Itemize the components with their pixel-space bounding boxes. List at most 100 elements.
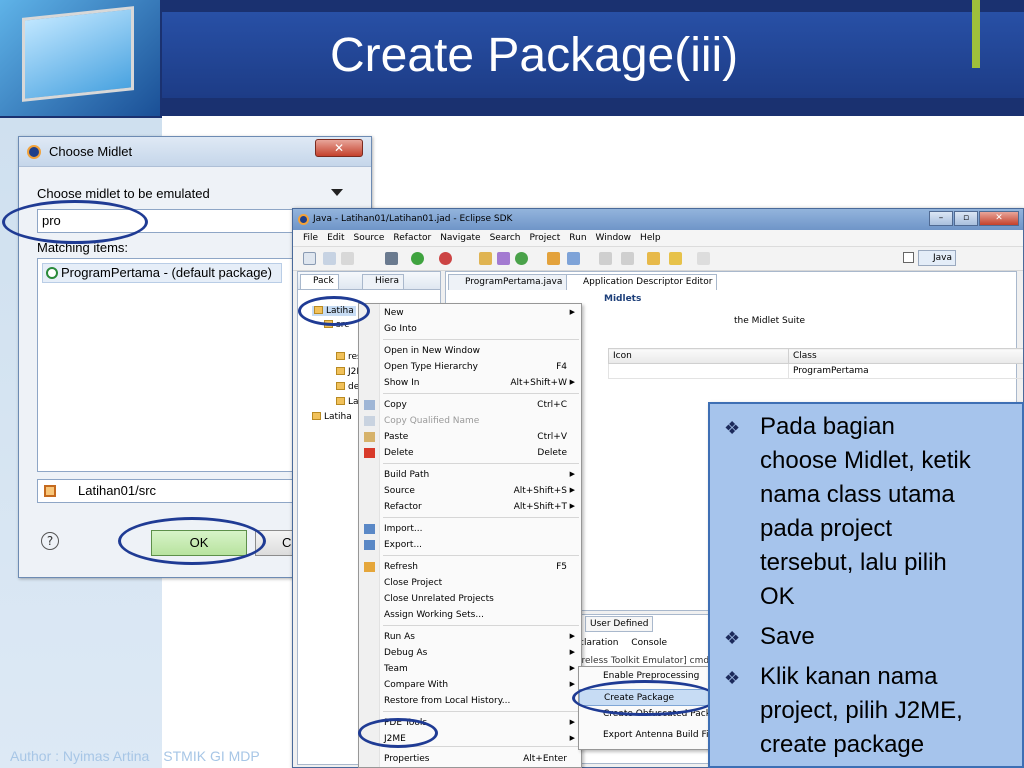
forward-icon[interactable] <box>697 252 710 265</box>
menu-item-label: Open Type Hierarchy <box>384 362 478 372</box>
match-item[interactable]: ProgramPertama - (default package) <box>42 263 282 283</box>
chevron-down-icon[interactable] <box>331 189 343 196</box>
menu-item-build-path[interactable]: Build Path ▶ <box>359 467 581 483</box>
submenu-item-enable-preprocessing[interactable]: Enable Preprocessing <box>579 668 709 685</box>
close-button[interactable]: ✕ <box>979 211 1019 226</box>
search-icon[interactable] <box>567 252 580 265</box>
menu-item-open-type-hierarchy[interactable]: Open Type Hierarchy F4 <box>359 359 581 375</box>
menu-item-pde-tools[interactable]: PDE Tools ▶ <box>359 715 581 731</box>
library-icon <box>336 367 345 375</box>
menu-search[interactable]: Search <box>490 230 521 246</box>
tab-hierarchy[interactable]: Hiera <box>362 274 405 289</box>
print-icon[interactable] <box>341 252 354 265</box>
help-icon[interactable]: ? <box>41 532 59 550</box>
callout-text: Klik kanan nama <box>760 663 938 690</box>
tab-programpertama-java[interactable]: ProgramPertama.java <box>448 274 568 290</box>
debug-icon[interactable] <box>385 252 398 265</box>
menu-item-label: Source <box>384 486 415 496</box>
tree-item-jad[interactable]: La <box>336 397 359 407</box>
new-class-icon[interactable] <box>497 252 510 265</box>
menu-project[interactable]: Project <box>529 230 560 246</box>
column-header-class[interactable]: Class <box>788 348 1023 364</box>
tab-user-defined[interactable]: User Defined <box>585 616 654 632</box>
back-icon[interactable] <box>669 252 682 265</box>
menu-item-compare-with[interactable]: Compare With ▶ <box>359 677 581 693</box>
submenu-arrow-icon: ▶ <box>569 378 575 386</box>
maximize-button[interactable]: ▫ <box>954 211 978 226</box>
menu-refactor[interactable]: Refactor <box>393 230 431 246</box>
import-icon <box>364 524 375 534</box>
dialog-close-button[interactable]: ✕ <box>315 139 363 157</box>
menu-item-close-project[interactable]: Close Project <box>359 575 581 591</box>
tab-application-descriptor[interactable]: Application Descriptor Editor <box>566 274 718 290</box>
menu-navigate[interactable]: Navigate <box>440 230 480 246</box>
submenu-item-create-obfuscated-package[interactable]: Create Obfuscated Package <box>579 706 709 723</box>
external-tools-icon[interactable] <box>439 252 452 265</box>
tree-item-deployed[interactable]: de <box>336 382 359 392</box>
tab-declaration[interactable]: claration <box>579 638 618 648</box>
new-icon[interactable] <box>303 252 316 265</box>
menu-separator <box>383 393 579 394</box>
menu-item-j2me[interactable]: J2ME ▶ <box>359 731 581 747</box>
table-row[interactable]: ProgramPertama <box>608 363 1023 379</box>
column-header-icon[interactable]: Icon <box>608 348 789 364</box>
menu-item-go-into[interactable]: Go Into <box>359 321 581 337</box>
menu-item-paste[interactable]: Paste Ctrl+V <box>359 429 581 445</box>
open-type-icon[interactable] <box>547 252 560 265</box>
menu-item-label: Assign Working Sets... <box>384 610 484 620</box>
run-icon[interactable] <box>411 252 424 265</box>
menu-item-debug-as[interactable]: Debug As ▶ <box>359 645 581 661</box>
menu-item-open-in-new-window[interactable]: Open in New Window <box>359 343 581 359</box>
menu-item-export[interactable]: Export... <box>359 537 581 553</box>
menu-window[interactable]: Window <box>596 230 632 246</box>
menu-item-source[interactable]: Source Alt+Shift+S ▶ <box>359 483 581 499</box>
open-perspective-icon[interactable] <box>903 252 914 263</box>
menu-help[interactable]: Help <box>640 230 661 246</box>
menu-run[interactable]: Run <box>569 230 586 246</box>
menu-item-delete[interactable]: Delete Delete <box>359 445 581 461</box>
tree-item-project-2[interactable]: Latiha <box>312 412 352 422</box>
menu-item-import[interactable]: Import... <box>359 521 581 537</box>
next-annotation-icon[interactable] <box>599 252 612 265</box>
new-midlet-icon[interactable] <box>515 252 528 265</box>
menu-separator <box>383 711 579 712</box>
menu-item-label: Close Project <box>384 578 443 588</box>
menu-item-restore-from-local-history[interactable]: Restore from Local History... <box>359 693 581 709</box>
tree-item-project[interactable]: Latiha <box>312 306 356 316</box>
menu-item-label: Import... <box>384 524 423 534</box>
menu-item-show-in[interactable]: Show In Alt+Shift+W ▶ <box>359 375 581 391</box>
menu-item-team[interactable]: Team ▶ <box>359 661 581 677</box>
menu-item-refresh[interactable]: Refresh F5 <box>359 559 581 575</box>
save-icon[interactable] <box>323 252 336 265</box>
new-package-icon[interactable] <box>479 252 492 265</box>
minimize-button[interactable]: – <box>929 211 953 226</box>
project-context-menu: New ▶ Go Into Open in New Window Open Type H… <box>358 303 582 768</box>
menu-item-new[interactable]: New ▶ <box>359 305 581 321</box>
java-perspective-button[interactable]: Java <box>918 250 956 266</box>
delete-icon <box>364 448 375 458</box>
submenu-item-create-package[interactable]: Create Package <box>579 689 709 706</box>
menu-item-copy-qualified-name[interactable]: Copy Qualified Name <box>359 413 581 429</box>
tab-console[interactable]: Console <box>631 638 667 648</box>
menu-item-refactor[interactable]: Refactor Alt+Shift+T ▶ <box>359 499 581 515</box>
monitor-image <box>22 6 134 102</box>
menu-source[interactable]: Source <box>354 230 385 246</box>
menu-item-copy[interactable]: Copy Ctrl+C <box>359 397 581 413</box>
last-edit-icon[interactable] <box>647 252 660 265</box>
submenu-arrow-icon: ▶ <box>569 734 575 742</box>
menu-item-properties[interactable]: Properties Alt+Enter <box>359 751 581 767</box>
ok-button[interactable]: OK <box>151 530 247 556</box>
tab-package-explorer[interactable]: Pack <box>300 274 339 289</box>
previous-annotation-icon[interactable] <box>621 252 634 265</box>
menu-item-shortcut: Alt+Shift+S <box>513 486 567 496</box>
menu-file[interactable]: File <box>303 230 318 246</box>
menu-edit[interactable]: Edit <box>327 230 344 246</box>
submenu-arrow-icon: ▶ <box>569 680 575 688</box>
menu-item-shortcut: Alt+Enter <box>523 754 567 764</box>
eclipse-icon <box>27 145 41 159</box>
submenu-item-export-antenna-build-files[interactable]: Export Antenna Build Files <box>579 727 709 744</box>
menu-item-close-unrelated-projects[interactable]: Close Unrelated Projects <box>359 591 581 607</box>
menu-item-run-as[interactable]: Run As ▶ <box>359 629 581 645</box>
menu-item-assign-working-sets[interactable]: Assign Working Sets... <box>359 607 581 623</box>
tree-item-src[interactable]: src <box>324 320 349 330</box>
